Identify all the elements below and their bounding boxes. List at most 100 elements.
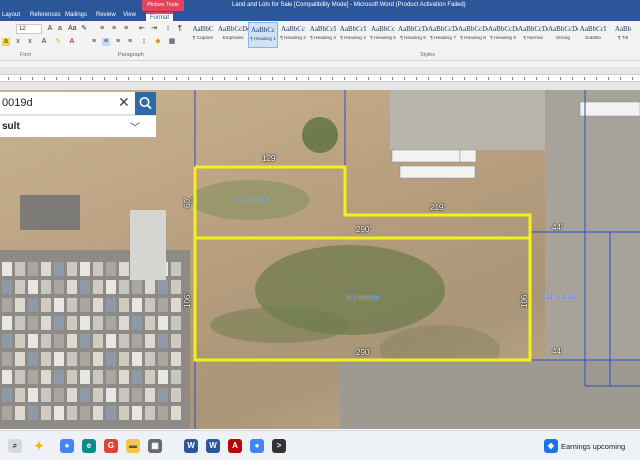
align-center-icon[interactable]: ≡ [102,38,110,46]
building-roof [130,210,166,280]
increase-indent-icon[interactable]: ⇥ [150,25,158,33]
word-icon[interactable]: W [184,439,198,453]
clear-format-icon[interactable]: ✎ [80,25,88,33]
superscript-icon[interactable]: x [26,38,34,46]
style-item[interactable]: AaBbCcI ¶ Heading 4 [338,22,368,48]
style-item[interactable]: AaBbCcDc ¶ Heading 9 [488,22,518,48]
search-button[interactable] [135,92,156,115]
text-effects-icon[interactable]: A [40,38,48,46]
tab-format[interactable]: Format [146,12,174,21]
parked-car [93,370,103,384]
subscript-icon[interactable]: x [14,38,22,46]
edge-icon[interactable]: e [82,439,96,453]
tab-references[interactable]: References [30,12,61,18]
tab-review[interactable]: Review [96,12,116,18]
sort-icon[interactable]: ↕ [164,25,172,33]
style-item[interactable]: AaBbCcDc Emphasis [218,22,248,48]
ruler-tick [572,77,573,80]
shrink-font-icon[interactable]: a [56,25,64,33]
style-item[interactable]: AaBbCcDc ¶ Heading 7 [428,22,458,48]
style-item[interactable]: AaBbCcI Subtitle [578,22,608,48]
chrome-icon[interactable]: ● [250,439,264,453]
parcel-id-upper[interactable]: S1170019D [236,197,270,204]
parked-car [2,352,12,366]
clear-icon[interactable]: ✕ [118,94,130,111]
parked-car [119,388,129,402]
ruler-tick [608,77,609,80]
parked-car [2,388,12,402]
parked-car [132,406,142,420]
aerial-map-image[interactable]: 129' 60' 219' 290' 44' 106' 290' 106' 44… [0,90,640,429]
parked-car [41,316,51,330]
parcel-id-right[interactable]: S1170019A [542,294,576,301]
search-icon[interactable]: ⌕ [8,439,22,453]
numbering-icon[interactable]: ≡ [110,25,118,33]
line-spacing-icon[interactable]: ↕ [140,38,148,46]
shading-icon[interactable]: ◆ [154,38,162,46]
style-item[interactable]: AaBbCc ¶ Heading 5 [368,22,398,48]
font-size-box[interactable]: 12 [16,24,42,34]
chevron-down-icon[interactable]: ﹀ [130,119,140,134]
search-query[interactable]: 0019d [2,97,33,109]
style-item[interactable]: AaBbCcDd ¶ Normal [518,22,548,48]
parked-car [80,370,90,384]
truck-trailer [399,165,476,179]
terminal-icon[interactable]: > [272,439,286,453]
app-icon[interactable]: ▦ [148,439,162,453]
chrome-icon[interactable]: ● [60,439,74,453]
ruler-tick [392,77,393,80]
parked-car [132,352,142,366]
style-item[interactable]: AaBbCcDc ¶ Heading 8 [458,22,488,48]
decrease-indent-icon[interactable]: ⇤ [138,25,146,33]
files-icon[interactable]: ▬ [126,439,140,453]
style-item[interactable]: AaBbCcDc Strong [548,22,578,48]
show-marks-icon[interactable]: ¶ [176,25,184,33]
grow-font-icon[interactable]: A [46,25,54,33]
search-result-bar[interactable]: sult ﹀ [0,115,156,137]
align-right-icon[interactable]: ≡ [114,38,122,46]
tab-view[interactable]: View [123,12,136,18]
ruler-tick [428,77,429,80]
acrobat-icon[interactable]: A [228,439,242,453]
style-sample: AaBbCcDc [458,25,488,33]
ruler-strip[interactable] [0,74,640,82]
tab-mailings[interactable]: Mailings [65,12,87,18]
parcel-id-lower[interactable]: S1170019B [346,295,380,302]
map-search-box[interactable]: 0019d ✕ [0,92,156,115]
style-item[interactable]: AaBbCcDc ¶ Heading 6 [398,22,428,48]
tab-layout[interactable]: Layout [2,12,20,18]
ruler-tick [212,77,213,80]
widgets-icon[interactable]: ✦ [32,439,46,453]
parked-car [15,316,25,330]
borders-icon[interactable]: ▦ [168,38,176,46]
dim-top: 129' [262,154,277,163]
style-item[interactable]: AaBbC ¶ Caption [188,22,218,48]
news-icon[interactable]: ◆ [544,439,558,453]
ruler-tick [176,77,177,80]
highlight-color-icon[interactable]: ✎ [54,38,62,46]
justify-icon[interactable]: ≡ [126,38,134,46]
parked-car [132,280,142,294]
style-item[interactable]: AaBbCc ¶ Heading 1 [248,22,278,48]
ruler-tick [116,77,117,80]
google-icon[interactable]: G [104,439,118,453]
parked-car [67,298,77,312]
style-name: ¶ Heading 4 [340,36,366,41]
multilevel-icon[interactable]: ≡ [122,25,130,33]
style-item[interactable]: AaBbCcI ¶ Heading 3 [308,22,338,48]
align-left-icon[interactable]: ≡ [90,38,98,46]
highlight-icon[interactable]: a [2,38,10,46]
bullets-icon[interactable]: ≡ [98,25,106,33]
style-item[interactable]: AaBbCc ¶ Heading 2 [278,22,308,48]
change-case-icon[interactable]: Aa [68,25,77,33]
parked-car [80,406,90,420]
ruler-tick [80,77,81,80]
font-color-icon[interactable]: A [68,38,76,46]
ruler-tick [296,77,297,80]
news-ticker[interactable]: Earnings upcoming [561,442,625,451]
style-item[interactable]: AaBb ¶ Titl [608,22,638,48]
word-icon[interactable]: W [206,439,220,453]
parked-car [158,352,168,366]
parked-car [171,334,181,348]
style-sample: AaBbCcDc [488,25,518,33]
